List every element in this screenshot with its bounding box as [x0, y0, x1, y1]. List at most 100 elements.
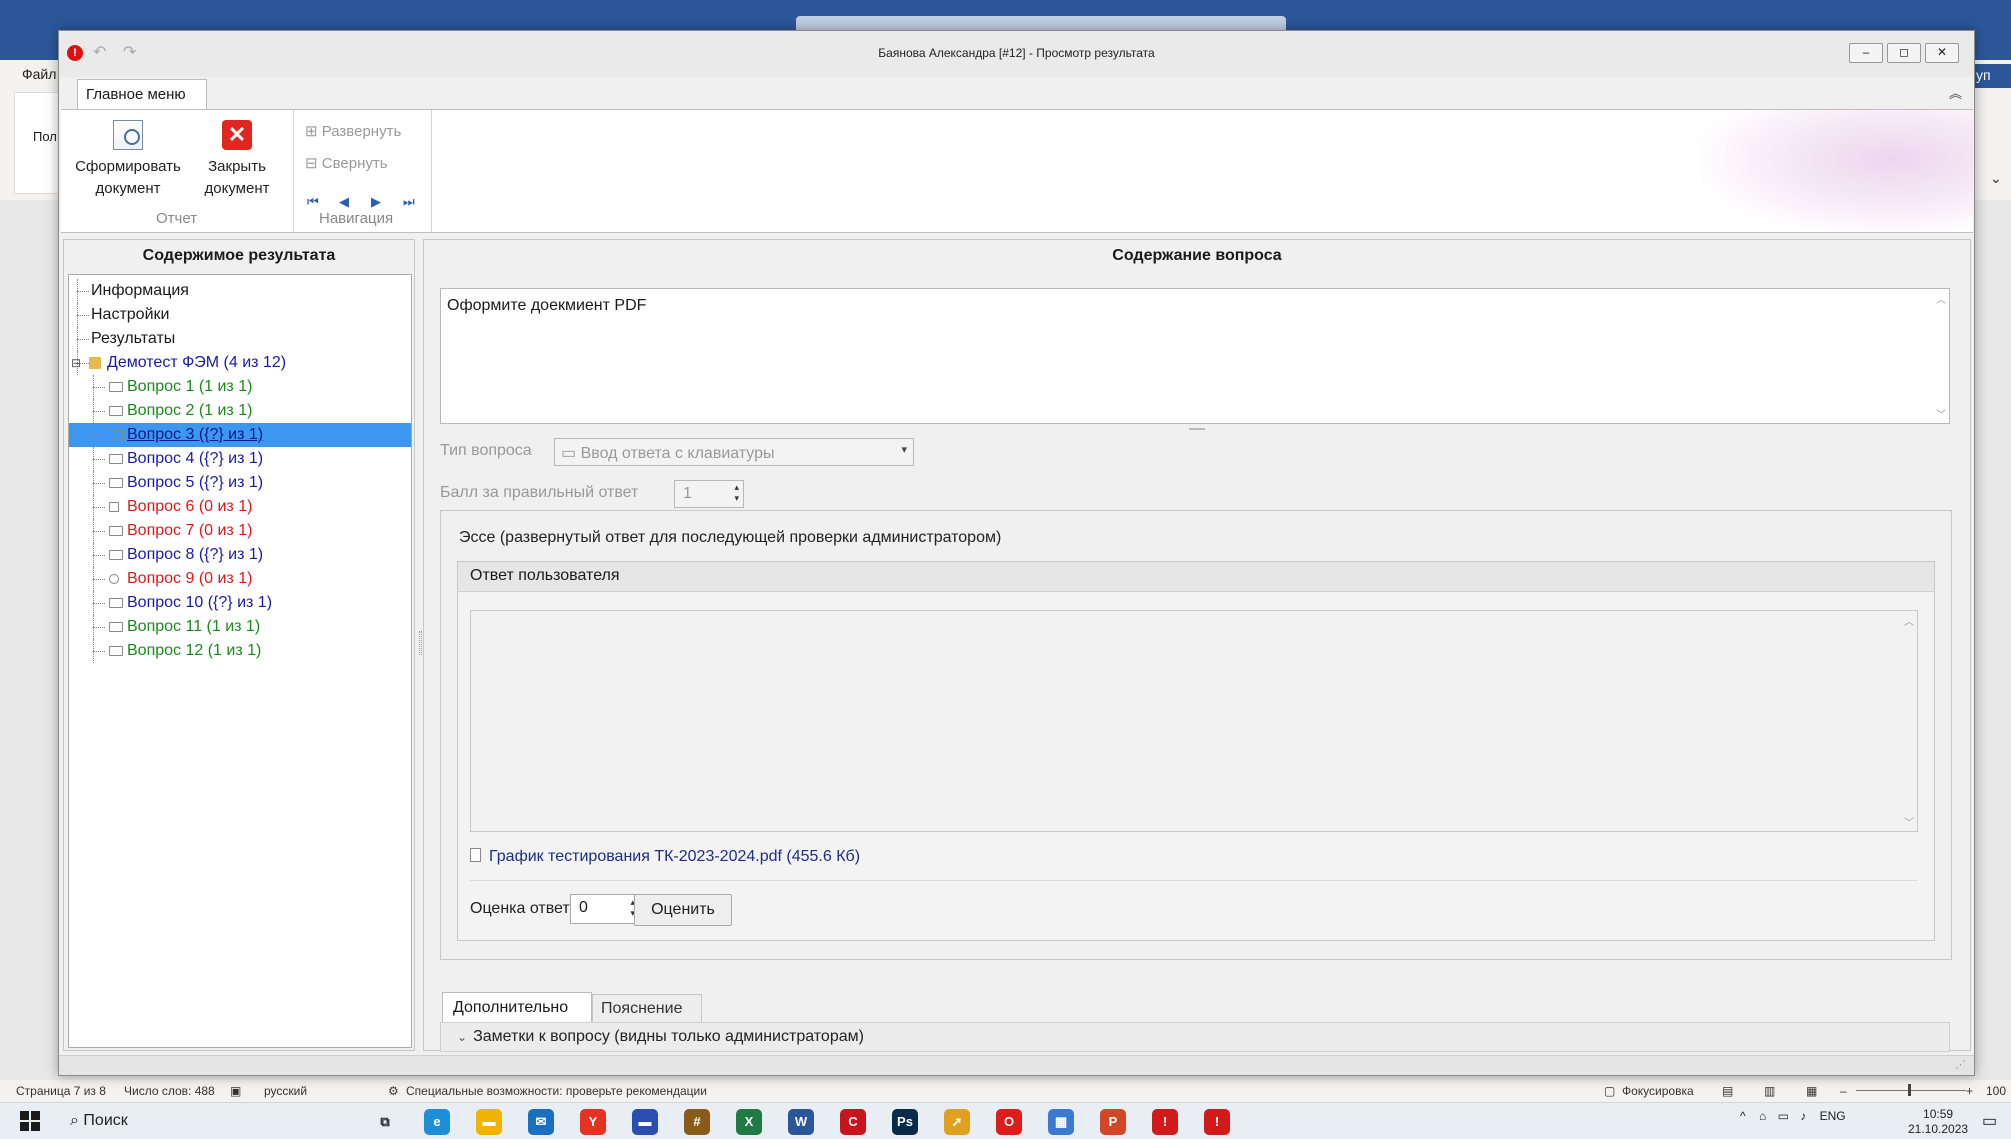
chevron-down-icon[interactable]: ⌄: [1990, 170, 2002, 187]
grade-button[interactable]: Оценить: [634, 894, 732, 926]
scroll-up-icon[interactable]: ︿: [1935, 291, 1947, 306]
collapse-node-icon[interactable]: ⊟: [71, 351, 81, 375]
yandex-icon[interactable]: Y: [580, 1109, 606, 1135]
app-red-icon[interactable]: C: [840, 1109, 866, 1135]
zoom-out-icon[interactable]: –: [1840, 1084, 1847, 1098]
scroll-down-icon[interactable]: ﹀: [1903, 814, 1915, 829]
attached-file-link[interactable]: График тестирования ТК-2023-2024.pdf (45…: [470, 848, 860, 866]
task-view-icon[interactable]: ⧉: [372, 1109, 398, 1135]
resize-grip-icon[interactable]: ⋰: [1955, 1058, 1966, 1071]
web-layout-icon[interactable]: ▦: [1806, 1084, 1817, 1098]
document-search-icon: [113, 120, 143, 150]
mail-icon[interactable]: ✉: [528, 1109, 554, 1135]
tree-line: [77, 291, 89, 292]
question-notes-expander[interactable]: ⌄ Заметки к вопросу (видны только админис…: [440, 1022, 1950, 1052]
network-icon[interactable]: ⌂: [1759, 1109, 1766, 1123]
proofing-icon[interactable]: ▣: [230, 1084, 241, 1098]
zoom-in-icon[interactable]: +: [1966, 1084, 1973, 1098]
grade-stepper[interactable]: 0 ▴ ▾: [570, 894, 640, 924]
tree-item[interactable]: Результаты: [69, 327, 411, 351]
tab-additional[interactable]: Дополнительно: [442, 992, 592, 1022]
flag-icon[interactable]: ▬: [632, 1109, 658, 1135]
nav-last-icon[interactable]: ⏭: [403, 194, 415, 210]
tree-line: [93, 435, 105, 436]
app-multi-icon[interactable]: ▦: [1048, 1109, 1074, 1135]
tree-item-label: Вопрос 4 ({?} из 1): [127, 450, 264, 467]
tree-line: [77, 315, 89, 316]
score-stepper[interactable]: 1 ▴ ▾: [674, 480, 744, 508]
status-language[interactable]: русский: [264, 1084, 307, 1098]
excel-icon[interactable]: X: [736, 1109, 762, 1135]
close-window-button[interactable]: ✕: [1925, 43, 1959, 63]
nav-next-icon[interactable]: ▶: [371, 194, 381, 210]
tree-item[interactable]: Информация: [69, 279, 411, 303]
tree-question-item[interactable]: Вопрос 12 (1 из 1): [69, 639, 411, 663]
language-indicator[interactable]: ENG: [1820, 1109, 1846, 1123]
powerpoint-icon[interactable]: P: [1100, 1109, 1126, 1135]
form-document-button[interactable]: Сформировать документ: [73, 114, 183, 200]
tab-main-menu[interactable]: Главное меню: [77, 79, 207, 109]
app-hash-icon[interactable]: #: [684, 1109, 710, 1135]
taskbar-search[interactable]: ⌕ Поиск: [62, 1108, 352, 1135]
panel-splitter[interactable]: [419, 631, 422, 655]
search-icon: ⌕: [70, 1112, 79, 1129]
tree-question-item[interactable]: Вопрос 5 ({?} из 1): [69, 471, 411, 495]
maximize-button[interactable]: ◻: [1887, 43, 1921, 63]
status-words[interactable]: Число слов: 488: [124, 1084, 215, 1098]
user-answer-header: Ответ пользователя: [458, 562, 1934, 592]
explorer-icon[interactable]: ▬: [476, 1109, 502, 1135]
tree-item[interactable]: Настройки: [69, 303, 411, 327]
collapse-button[interactable]: ⊟ Свернуть: [305, 154, 388, 172]
nav-prev-icon[interactable]: ◀: [339, 194, 349, 210]
background-ribbon-button[interactable]: Пол: [14, 92, 62, 194]
tree-question-item[interactable]: Вопрос 3 ({?} из 1): [69, 423, 411, 447]
text-input-question-icon: [109, 598, 123, 608]
tree-question-item[interactable]: Вопрос 1 (1 из 1): [69, 375, 411, 399]
windows-start-icon[interactable]: [20, 1111, 40, 1131]
status-zoom[interactable]: 100: [1986, 1084, 2006, 1098]
question-type-select[interactable]: ▭ Ввод ответа с клавиатуры ▾: [554, 438, 914, 466]
read-mode-icon[interactable]: ▤: [1722, 1084, 1733, 1098]
tree-question-item[interactable]: Вопрос 7 (0 из 1): [69, 519, 411, 543]
tree-question-item[interactable]: Вопрос 6 (0 из 1): [69, 495, 411, 519]
status-focus[interactable]: Фокусировка: [1622, 1084, 1694, 1098]
scroll-down-icon[interactable]: ﹀: [1935, 406, 1947, 421]
app-info1-icon[interactable]: !: [1152, 1109, 1178, 1135]
essay-title: Эссе (развернутый ответ для последующей …: [459, 529, 1002, 546]
zoom-slider-thumb[interactable]: [1908, 1084, 1911, 1096]
edge-icon[interactable]: e: [424, 1109, 450, 1135]
tree-question-item[interactable]: Вопрос 9 (0 из 1): [69, 567, 411, 591]
volume-icon[interactable]: ♪: [1800, 1109, 1806, 1123]
status-accessibility[interactable]: Специальные возможности: проверьте реком…: [406, 1084, 707, 1098]
background-right-tab[interactable]: уп: [1972, 64, 2011, 88]
ribbon-collapse-icon[interactable]: ︽: [1949, 83, 1962, 102]
tree-line: [93, 603, 105, 604]
expand-button[interactable]: ⊞ Развернуть: [305, 122, 401, 140]
tree-question-item[interactable]: Вопрос 11 (1 из 1): [69, 615, 411, 639]
chevron-up-icon[interactable]: ^: [1740, 1109, 1746, 1123]
opera-icon[interactable]: O: [996, 1109, 1022, 1135]
resize-grip[interactable]: [1189, 428, 1205, 430]
background-file-tab[interactable]: Файл: [22, 66, 56, 82]
tree-question-item[interactable]: Вопрос 2 (1 из 1): [69, 399, 411, 423]
nav-first-icon[interactable]: ⏮: [307, 194, 319, 210]
app-yellow-icon[interactable]: ➚: [944, 1109, 970, 1135]
tree-question-item[interactable]: Вопрос 4 ({?} из 1): [69, 447, 411, 471]
app-info2-icon[interactable]: !: [1204, 1109, 1230, 1135]
tree-folder[interactable]: ⊟ Демотест ФЭМ (4 из 12): [69, 351, 411, 375]
tab-explanation[interactable]: Пояснение: [592, 994, 702, 1022]
clock[interactable]: 10:59 21.10.2023: [1908, 1107, 1968, 1137]
status-page[interactable]: Страница 7 из 8: [16, 1084, 106, 1098]
minimize-button[interactable]: –: [1849, 43, 1883, 63]
photoshop-icon[interactable]: Ps: [892, 1109, 918, 1135]
word-icon[interactable]: W: [788, 1109, 814, 1135]
monitor-icon[interactable]: ▭: [1778, 1109, 1789, 1123]
tree-question-item[interactable]: Вопрос 10 ({?} из 1): [69, 591, 411, 615]
close-document-button[interactable]: ✕ Закрыть документ: [197, 114, 277, 200]
tree-question-item[interactable]: Вопрос 8 ({?} из 1): [69, 543, 411, 567]
notifications-icon[interactable]: ▭: [1982, 1111, 1997, 1131]
zoom-slider[interactable]: [1856, 1090, 1966, 1091]
scroll-up-icon[interactable]: ︿: [1903, 613, 1915, 628]
user-answer-text[interactable]: ︿ ﹀: [470, 610, 1918, 832]
print-layout-icon[interactable]: ▥: [1764, 1084, 1775, 1098]
